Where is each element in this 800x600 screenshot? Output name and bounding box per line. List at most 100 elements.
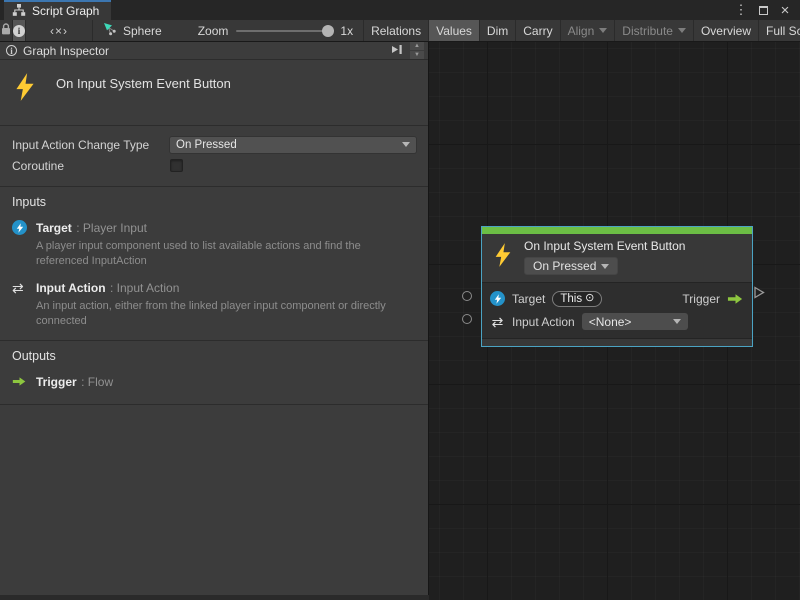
lightning-bolt-icon <box>12 72 38 107</box>
node-input-action-value: <None> <box>589 315 668 329</box>
maximize-box <box>759 6 768 15</box>
input-action-icon-col: ⇄ <box>12 279 28 329</box>
inspector-node-title: On Input System Event Button <box>56 72 231 91</box>
info-icon: i <box>6 45 17 56</box>
scroll-up-button[interactable]: ▲ <box>410 42 424 50</box>
tab-label: Script Graph <box>32 4 99 18</box>
distribute-button[interactable]: Distribute <box>614 20 693 41</box>
input-action-input-port[interactable] <box>462 314 472 324</box>
script-machine-icon <box>103 22 117 39</box>
coroutine-row: Coroutine <box>12 155 416 176</box>
code-view-button[interactable]: ‹×› <box>26 20 92 41</box>
inputs-header: Inputs <box>12 195 416 209</box>
target-port-name: Target <box>36 221 72 235</box>
node-event-dropdown-value: On Pressed <box>533 259 596 273</box>
chevron-down-icon <box>678 28 686 33</box>
distribute-label: Distribute <box>622 24 673 38</box>
node-input-action-label: Input Action <box>512 315 575 329</box>
zoom-label: Zoom <box>198 24 229 38</box>
full-screen-button[interactable]: Full Screen <box>758 20 800 41</box>
dim-button[interactable]: Dim <box>479 20 515 41</box>
window-titlebar: Script Graph ⋮ × <box>0 0 800 20</box>
graph-inspector-header: i Graph Inspector ▲ ▼ <box>0 42 428 60</box>
target-port-type: : Player Input <box>76 221 147 235</box>
script-graph-icon <box>12 3 26 20</box>
lightning-bolt-icon <box>492 242 514 273</box>
node-footer <box>482 338 752 346</box>
maximize-icon[interactable] <box>754 2 772 18</box>
target-bolt-icon <box>490 291 505 306</box>
carry-button[interactable]: Carry <box>515 20 559 41</box>
change-type-value: On Pressed <box>176 139 397 151</box>
zoom-slider-handle[interactable] <box>322 25 334 37</box>
scroll-down-button[interactable]: ▼ <box>410 51 424 59</box>
node-input-action-row: ⇄ Input Action <None> <box>490 310 744 333</box>
info-icon: i <box>13 25 25 37</box>
tab-script-graph[interactable]: Script Graph <box>4 0 111 20</box>
coroutine-label: Coroutine <box>12 159 170 173</box>
overview-button[interactable]: Overview <box>693 20 758 41</box>
target-input-port[interactable] <box>462 291 472 301</box>
input-action-swap-icon: ⇄ <box>490 315 505 329</box>
target-port-description: A player input component used to list av… <box>36 239 416 269</box>
trigger-port-text: Trigger : Flow <box>36 373 113 392</box>
coroutine-checkbox[interactable] <box>170 159 183 172</box>
node-target-row: Target This ⊙ Trigger <box>490 287 744 310</box>
node-body: Target This ⊙ Trigger ⇄ Input Action <No… <box>482 282 752 338</box>
zoom-value: 1x <box>340 24 353 38</box>
change-type-dropdown[interactable]: On Pressed <box>170 137 416 153</box>
chevron-down-icon <box>673 319 681 324</box>
outputs-section: Outputs Trigger : Flow <box>0 341 428 405</box>
inputs-section: Inputs Target : Player Input A player in… <box>0 187 428 341</box>
chevron-down-icon <box>601 264 609 269</box>
window-menu-icon[interactable]: ⋮ <box>732 2 750 18</box>
trigger-icon-col <box>12 373 28 392</box>
event-node[interactable]: On Input System Event Button On Pressed … <box>481 226 753 347</box>
inspector-toggle-button[interactable]: i <box>13 20 26 41</box>
graph-canvas[interactable]: On Input System Event Button On Pressed … <box>429 42 800 600</box>
inspector-fields: Input Action Change Type On Pressed Coro… <box>0 126 428 187</box>
input-action-swap-icon: ⇄ <box>12 280 24 296</box>
node-header-text: On Input System Event Button On Pressed <box>524 239 685 275</box>
target-port-entry: Target : Player Input A player input com… <box>12 219 416 269</box>
object-picker-icon: ⊙ <box>585 293 594 304</box>
input-action-port-text: Input Action : Input Action An input act… <box>36 279 416 329</box>
toolbar-right-group: Relations Values Dim Carry Align Distrib… <box>363 20 800 41</box>
trigger-port-type: : Flow <box>81 375 113 389</box>
chevron-down-icon <box>402 142 410 147</box>
align-label: Align <box>568 24 595 38</box>
node-header[interactable]: On Input System Event Button On Pressed <box>482 234 752 282</box>
node-target-this-button[interactable]: This ⊙ <box>552 291 602 307</box>
trigger-port-name: Trigger <box>36 375 77 389</box>
inspector-node-summary: On Input System Event Button <box>0 60 428 126</box>
input-action-port-description: An input action, either from the linked … <box>36 299 416 329</box>
chevron-down-icon <box>599 28 607 33</box>
target-port-icon-col <box>12 219 28 269</box>
outputs-header: Outputs <box>12 349 416 363</box>
window-controls: ⋮ × <box>732 0 800 20</box>
graph-owner-label: Sphere <box>123 24 162 38</box>
node-event-color-bar <box>482 227 752 234</box>
panel-bottom-strip <box>0 595 429 600</box>
trigger-output-port[interactable] <box>753 286 765 304</box>
dock-panel-icon[interactable] <box>390 44 404 58</box>
panel-scroll-arrows: ▲ ▼ <box>410 42 424 59</box>
node-input-action-dropdown[interactable]: <None> <box>582 313 688 330</box>
values-button[interactable]: Values <box>428 20 479 41</box>
lock-icon <box>0 22 12 39</box>
input-action-port-type: : Input Action <box>110 281 179 295</box>
close-icon[interactable]: × <box>776 2 794 18</box>
flow-arrow-icon <box>12 376 27 387</box>
flow-arrow-icon <box>727 293 744 305</box>
zoom-slider[interactable] <box>236 30 332 32</box>
node-event-dropdown[interactable]: On Pressed <box>524 257 618 275</box>
change-type-row: Input Action Change Type On Pressed <box>12 134 416 155</box>
node-target-this-value: This <box>560 293 582 305</box>
change-type-label: Input Action Change Type <box>12 138 170 152</box>
align-button[interactable]: Align <box>560 20 615 41</box>
graph-owner-chip[interactable]: Sphere <box>92 20 172 41</box>
node-trigger-label: Trigger <box>682 292 720 306</box>
node-title: On Input System Event Button <box>524 239 685 253</box>
relations-button[interactable]: Relations <box>363 20 428 41</box>
lock-button[interactable] <box>0 20 13 41</box>
